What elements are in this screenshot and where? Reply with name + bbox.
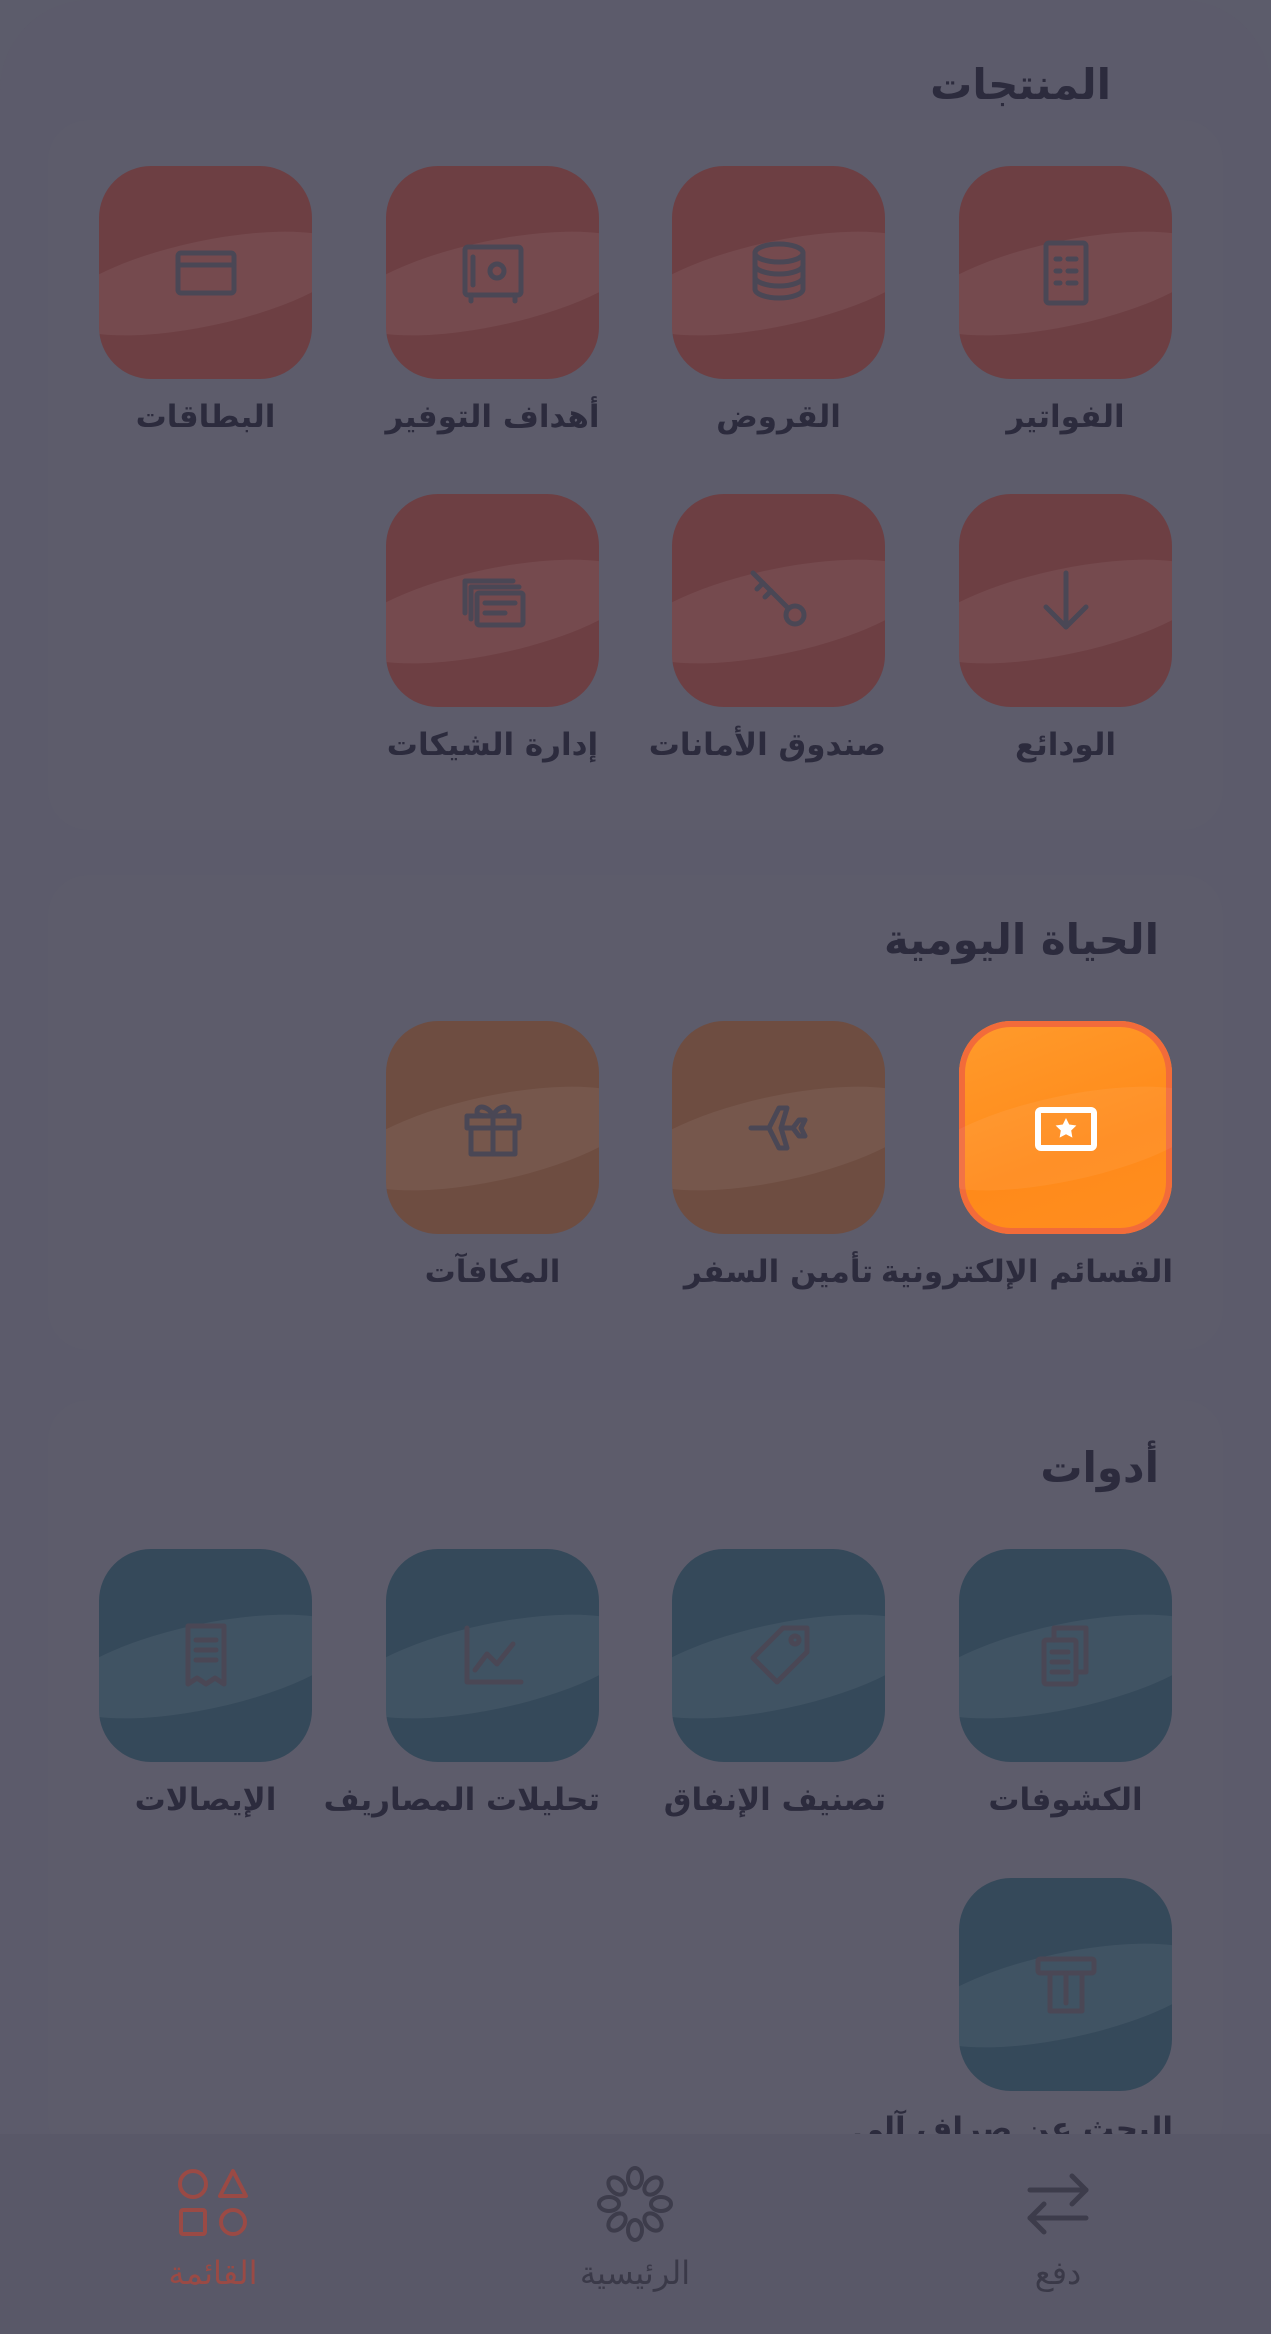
tile-receipts-label: الإيصالات: [134, 1782, 277, 1818]
gift-icon: [464, 1104, 521, 1156]
bottom-nav: القائمة الرئيسية دفع: [0, 2134, 1271, 2334]
tile-cards-label: البطاقات: [135, 399, 276, 435]
nav-home[interactable]: الرئيسية: [505, 2164, 765, 2292]
tile-receipts-box: [99, 1549, 312, 1762]
tile-e-vouchers[interactable]: القسائم الإلكترونية: [880, 1021, 1173, 1290]
tile-travel-insurance[interactable]: تأمين السفر: [671, 1021, 886, 1290]
tile-atm-finder-box: [959, 1878, 1172, 2091]
tile-statements-label: الكشوفات: [988, 1782, 1143, 1818]
tile-spending-categories-box: [672, 1549, 885, 1762]
tile-cards[interactable]: البطاقات: [98, 166, 313, 435]
safe-icon: [462, 244, 523, 303]
card-icon: [175, 250, 236, 295]
tile-rewards-label: المكافآت: [424, 1254, 561, 1290]
transfer-arrows-icon: [1027, 2173, 1089, 2235]
tile-safe-deposit-box-box: [672, 494, 885, 707]
nav-home-label: الرئيسية: [579, 2254, 691, 2292]
tile-e-vouchers-box: [959, 1021, 1172, 1234]
tile-bills-label: الفواتير: [1006, 399, 1125, 435]
tile-savings-goals-label: أهداف التوفير: [385, 399, 600, 435]
home-logo-icon: [597, 2166, 673, 2242]
line-chart-icon: [464, 1625, 523, 1684]
menu-screen: المنتجات الفواتير القروض أهداف التوفير ا…: [0, 0, 1271, 2334]
tile-safe-deposit-box-label: صندوق الأمانات: [648, 727, 886, 763]
section-title-products: المنتجات: [930, 60, 1111, 109]
tile-loans[interactable]: القروض: [671, 166, 886, 435]
tile-deposits-box: [959, 494, 1172, 707]
tile-spending-categories-label: تصنيف الإنفاق: [663, 1782, 886, 1818]
voucher-icon: [1034, 1106, 1097, 1151]
tile-travel-insurance-label: تأمين السفر: [683, 1254, 874, 1290]
invoice-icon: [1043, 240, 1088, 305]
airplane-icon: [748, 1105, 807, 1150]
tile-expense-analytics[interactable]: تحليلات المصاريف: [323, 1549, 600, 1818]
tile-deposits-label: الودائع: [1014, 727, 1117, 763]
tile-loans-box: [672, 166, 885, 379]
statements-icon: [1041, 1625, 1088, 1686]
tile-bills[interactable]: الفواتير: [958, 166, 1173, 435]
arrow-down-icon: [1043, 570, 1088, 629]
nav-pay-label: دفع: [1034, 2254, 1082, 2292]
tile-statements-box: [959, 1549, 1172, 1762]
tile-safe-deposit-box[interactable]: صندوق الأمانات: [648, 494, 886, 763]
section-title-tools: أدوات: [1040, 1443, 1159, 1492]
tile-e-vouchers-label: القسائم الإلكترونية: [880, 1254, 1173, 1290]
key-icon: [750, 570, 806, 626]
tile-receipts[interactable]: الإيصالات: [98, 1549, 313, 1818]
cheques-icon: [462, 578, 525, 627]
shapes-menu-icon: [178, 2169, 248, 2236]
nav-menu-label: القائمة: [168, 2254, 258, 2292]
tile-expense-analytics-box: [386, 1549, 599, 1762]
coins-stack-icon: [752, 241, 805, 300]
tag-icon: [750, 1625, 809, 1684]
tile-deposits[interactable]: الودائع: [958, 494, 1173, 763]
tile-statements[interactable]: الكشوفات: [958, 1549, 1173, 1818]
tile-rewards-box: [386, 1021, 599, 1234]
tile-bills-box: [959, 166, 1172, 379]
receipt-icon: [185, 1623, 226, 1686]
atm-icon: [1035, 1956, 1096, 2013]
tile-spending-categories[interactable]: تصنيف الإنفاق: [663, 1549, 886, 1818]
tile-cheque-management[interactable]: إدارة الشيكات: [385, 494, 600, 763]
tile-travel-insurance-box: [672, 1021, 885, 1234]
tile-cheque-management-box: [386, 494, 599, 707]
tile-cheque-management-label: إدارة الشيكات: [386, 727, 599, 763]
tile-savings-goals-box: [386, 166, 599, 379]
tile-atm-finder[interactable]: البحث عن صراف آلي: [852, 1878, 1173, 2147]
nav-menu[interactable]: القائمة: [83, 2164, 343, 2292]
tile-rewards[interactable]: المكافآت: [385, 1021, 600, 1290]
tile-loans-label: القروض: [716, 399, 841, 435]
nav-pay[interactable]: دفع: [928, 2164, 1188, 2292]
section-title-daily-life: الحياة اليومية: [883, 915, 1159, 964]
tile-savings-goals[interactable]: أهداف التوفير: [385, 166, 600, 435]
tile-cards-box: [99, 166, 312, 379]
tile-expense-analytics-label: تحليلات المصاريف: [323, 1782, 600, 1818]
